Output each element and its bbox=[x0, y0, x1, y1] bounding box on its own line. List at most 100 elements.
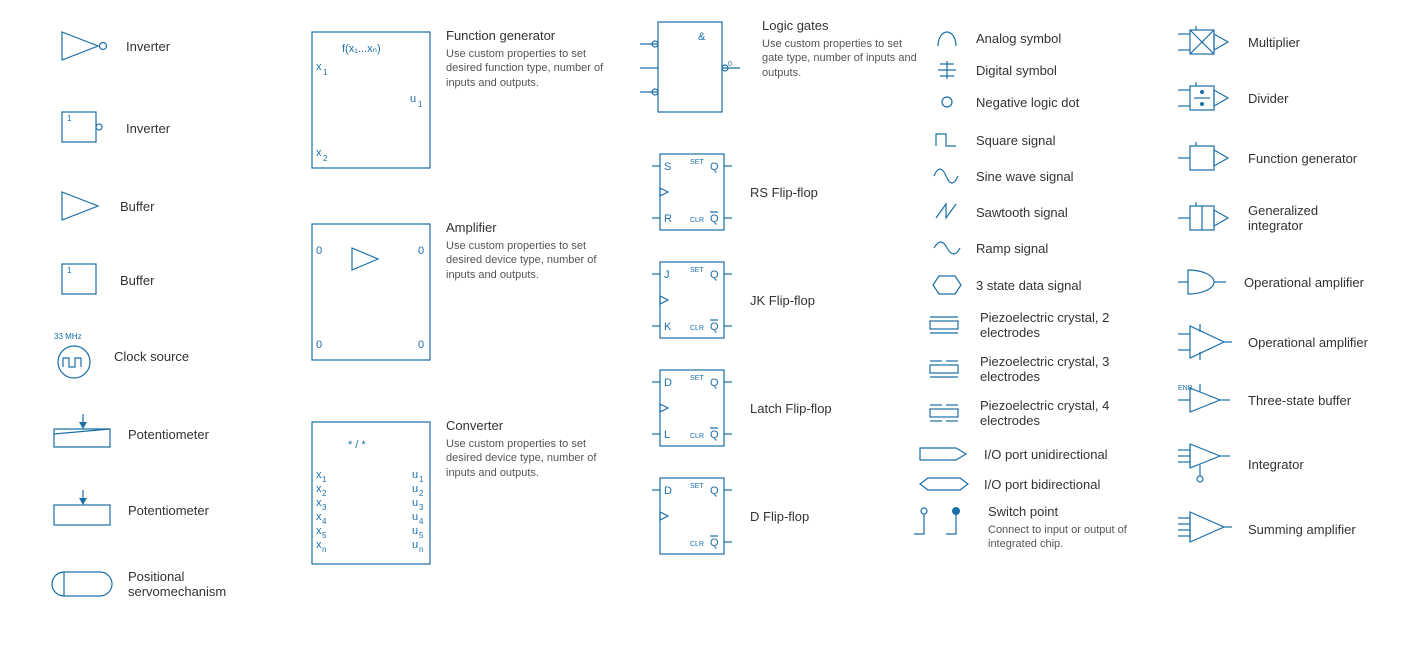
inverter1-label: Inverter bbox=[126, 39, 170, 54]
rs-ff-label: RS Flip-flop bbox=[750, 185, 818, 200]
sum-label: Summing amplifier bbox=[1248, 522, 1356, 537]
function-generator-small-icon bbox=[1176, 140, 1236, 176]
svg-text:33 MHz: 33 MHz bbox=[54, 332, 82, 341]
svg-text:L: L bbox=[664, 429, 670, 441]
svg-text:u: u bbox=[412, 469, 418, 481]
threestate-label: 3 state data signal bbox=[976, 278, 1082, 293]
fg-block-label: Function generator bbox=[446, 28, 606, 43]
svg-text:3: 3 bbox=[419, 503, 424, 512]
mult-label: Multiplier bbox=[1248, 35, 1300, 50]
svg-text:0: 0 bbox=[418, 339, 424, 351]
svg-text:2: 2 bbox=[419, 489, 424, 498]
inverter-box-icon: 1 bbox=[58, 108, 114, 148]
conv-block-desc: Use custom properties to set desired dev… bbox=[446, 437, 606, 480]
svg-text:S: S bbox=[664, 161, 671, 173]
svg-text:1: 1 bbox=[67, 266, 72, 275]
sawtooth-signal-icon bbox=[930, 200, 964, 224]
d-ff-label: D Flip-flop bbox=[750, 509, 809, 524]
io-bi-label: I/O port bidirectional bbox=[984, 477, 1100, 492]
inverter-triangle-icon bbox=[58, 28, 114, 64]
op-amp-outline-icon bbox=[1176, 266, 1232, 298]
svg-text:Q: Q bbox=[710, 429, 719, 441]
logic-gate-label: Logic gates bbox=[762, 18, 922, 33]
svg-text:SET: SET bbox=[690, 159, 704, 166]
piezo-4-icon bbox=[920, 402, 968, 424]
jk-ff-label: JK Flip-flop bbox=[750, 293, 815, 308]
svg-text:u: u bbox=[410, 93, 416, 105]
svg-text:Q: Q bbox=[710, 537, 719, 549]
svg-text:CLR: CLR bbox=[690, 433, 704, 440]
logic-gate-icon: & 0 bbox=[632, 18, 750, 116]
buffer2-label: Buffer bbox=[120, 273, 154, 288]
svg-text:D: D bbox=[664, 485, 672, 497]
svg-text:u: u bbox=[412, 497, 418, 509]
svg-text:Q: Q bbox=[710, 213, 719, 225]
svg-text:Q: Q bbox=[710, 321, 719, 333]
svg-text:1: 1 bbox=[323, 68, 328, 77]
digital-label: Digital symbol bbox=[976, 63, 1057, 78]
square-label: Square signal bbox=[976, 133, 1056, 148]
svg-text:u: u bbox=[412, 483, 418, 495]
potentiometer-taper-icon bbox=[50, 412, 116, 456]
svg-text:K: K bbox=[664, 321, 672, 333]
multiplier-icon bbox=[1176, 24, 1236, 60]
logic-gate-desc: Use custom properties to set gate type, … bbox=[762, 37, 922, 80]
svg-text:u: u bbox=[412, 511, 418, 523]
three-state-signal-icon bbox=[930, 272, 964, 298]
svg-text:Q: Q bbox=[710, 377, 719, 389]
ramp-label: Ramp signal bbox=[976, 241, 1048, 256]
gi-label: Generalized integrator bbox=[1248, 203, 1358, 233]
svg-text:5: 5 bbox=[322, 531, 327, 540]
svg-text:u: u bbox=[412, 539, 418, 551]
analog-symbol-icon bbox=[930, 26, 964, 50]
svg-text:0: 0 bbox=[418, 245, 424, 257]
fg-block-desc: Use custom properties to set desired fun… bbox=[446, 47, 606, 90]
io-uni-label: I/O port unidirectional bbox=[984, 447, 1108, 462]
svg-text:Q: Q bbox=[710, 269, 719, 281]
svg-text:D: D bbox=[664, 377, 672, 389]
negdot-label: Negative logic dot bbox=[976, 95, 1079, 110]
amp-block-label: Amplifier bbox=[446, 220, 606, 235]
generalized-integrator-icon bbox=[1176, 200, 1236, 236]
tsb-label: Three-state buffer bbox=[1248, 393, 1351, 408]
svg-text:x: x bbox=[316, 61, 322, 73]
piezo3-label: Piezoelectric crystal, 3 electrodes bbox=[980, 354, 1130, 384]
op-amp-triangle-icon bbox=[1176, 322, 1236, 362]
rs-flipflop-icon: SSET Q RCLR Q bbox=[646, 150, 738, 234]
integrator-icon bbox=[1176, 440, 1236, 488]
pot1-label: Potentiometer bbox=[128, 427, 209, 442]
oa2-label: Operational amplifier bbox=[1248, 335, 1368, 350]
svg-text:n: n bbox=[419, 545, 423, 554]
switch-desc: Connect to input or output of integrated… bbox=[988, 523, 1148, 552]
svg-text:* / *: * / * bbox=[348, 439, 366, 451]
div-label: Divider bbox=[1248, 91, 1288, 106]
latch-flipflop-icon: DSET Q LCLR Q bbox=[646, 366, 738, 450]
svg-text:1: 1 bbox=[418, 100, 423, 109]
svg-text:ENB: ENB bbox=[1178, 385, 1193, 392]
int-label: Integrator bbox=[1248, 457, 1304, 472]
clock-label: Clock source bbox=[114, 349, 189, 364]
svg-text:J: J bbox=[664, 269, 670, 281]
analog-label: Analog symbol bbox=[976, 31, 1061, 46]
svg-text:4: 4 bbox=[322, 517, 327, 526]
digital-symbol-icon bbox=[930, 58, 964, 82]
svg-text:CLR: CLR bbox=[690, 217, 704, 224]
servo-icon bbox=[50, 568, 116, 600]
clock-source-icon: 33 MHz bbox=[48, 330, 102, 382]
svg-text:f(x₁...xₙ): f(x₁...xₙ) bbox=[342, 43, 381, 55]
piezo4-label: Piezoelectric crystal, 4 electrodes bbox=[980, 398, 1130, 428]
saw-label: Sawtooth signal bbox=[976, 205, 1068, 220]
svg-text:0: 0 bbox=[728, 61, 732, 68]
svg-text:CLR: CLR bbox=[690, 541, 704, 548]
fg-small-label: Function generator bbox=[1248, 151, 1357, 166]
square-signal-icon bbox=[930, 128, 964, 152]
switch-point-icon bbox=[910, 504, 976, 540]
svg-text:SET: SET bbox=[690, 483, 704, 490]
negative-logic-dot-icon bbox=[930, 92, 964, 112]
io-unidirectional-icon bbox=[916, 444, 972, 464]
inverter2-label: Inverter bbox=[126, 121, 170, 136]
amplifier-block-icon: 0 0 0 0 bbox=[308, 220, 434, 364]
potentiometer-rect-icon bbox=[50, 488, 116, 532]
d-flipflop-icon: DSET Q CLR Q bbox=[646, 474, 738, 558]
piezo2-label: Piezoelectric crystal, 2 electrodes bbox=[980, 310, 1130, 340]
